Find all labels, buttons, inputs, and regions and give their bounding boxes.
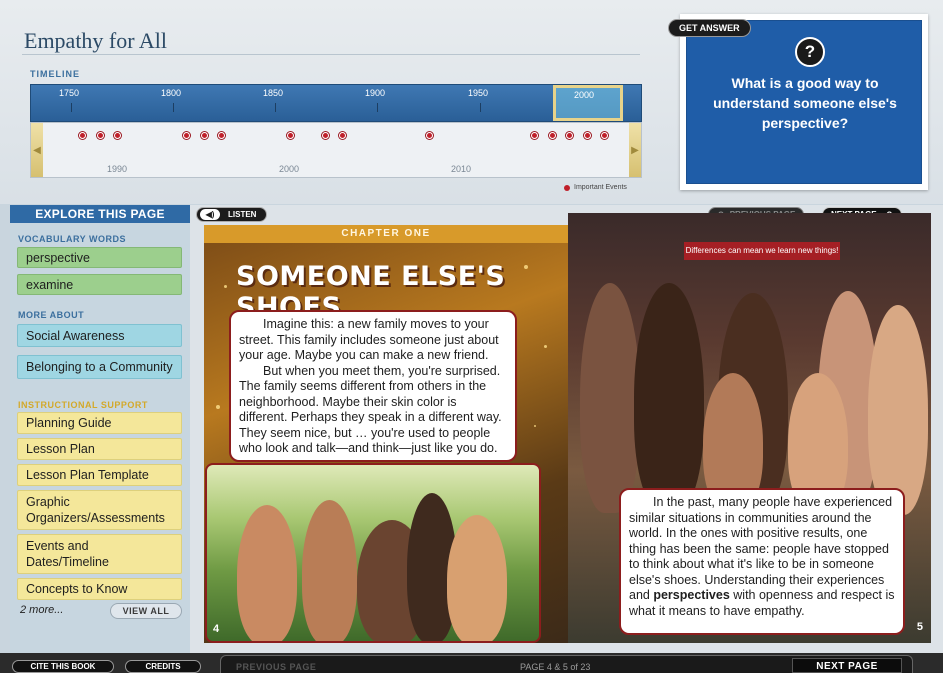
credits-button[interactable]: CREDITS <box>125 660 201 673</box>
page-count: PAGE 4 & 5 of 23 <box>520 662 591 672</box>
timeline-detail[interactable]: ◀ ▶ 1990 2000 2010 <box>30 122 642 178</box>
timeline-right-handle[interactable]: ▶ <box>629 123 641 177</box>
vocab-examine[interactable]: examine <box>17 274 182 295</box>
chevron-right-icon: ▶ <box>631 144 639 156</box>
vocab-perspective[interactable]: perspective <box>17 247 182 268</box>
answer-card-frame: ? What is a good way to understand someo… <box>680 14 928 190</box>
more-link[interactable]: 2 more... <box>20 604 63 616</box>
event-dot[interactable] <box>79 132 86 139</box>
chevron-left-icon: ◀ <box>33 144 41 156</box>
person <box>634 283 704 513</box>
timeline-overview[interactable]: 1750 1800 1850 1900 1950 <box>30 84 642 122</box>
chapter-heading: CHAPTER ONE <box>204 225 568 243</box>
event-dot[interactable] <box>601 132 608 139</box>
paragraph-text: In the past, many people have experience… <box>629 495 893 602</box>
paragraph: In the past, many people have experience… <box>629 495 895 619</box>
paragraph: Imagine this: a new family moves to your… <box>239 317 499 362</box>
legend-label: Important Events <box>574 184 627 191</box>
left-text-box: Imagine this: a new family moves to your… <box>229 310 517 462</box>
support-graphic-organizers[interactable]: Graphic Organizers/Assessments <box>17 490 182 530</box>
question-icon: ? <box>795 37 825 67</box>
event-dot[interactable] <box>218 132 225 139</box>
vocab-section-label: VOCABULARY WORDS <box>18 234 127 244</box>
event-dot[interactable] <box>114 132 121 139</box>
support-planning-guide[interactable]: Planning Guide <box>17 412 182 434</box>
timeline-tick <box>71 103 72 112</box>
question-text: What is a good way to understand someone… <box>713 75 897 131</box>
support-concepts-to-know[interactable]: Concepts to Know <box>17 578 182 600</box>
more-about-social-awareness[interactable]: Social Awareness <box>17 324 182 347</box>
right-text-box: In the past, many people have experience… <box>619 488 905 635</box>
event-dot[interactable] <box>531 132 538 139</box>
more-about-label: MORE ABOUT <box>18 310 85 320</box>
event-dot[interactable] <box>549 132 556 139</box>
listen-button[interactable]: ◀) LISTEN <box>196 207 268 222</box>
sparkle <box>544 345 547 348</box>
timeline-label: TIMELINE <box>30 69 80 79</box>
next-page-button-bottom[interactable]: NEXT PAGE <box>792 658 902 673</box>
teens-selfie-photo: 4 <box>205 463 541 643</box>
timeline-year: 1800 <box>161 88 182 98</box>
support-lesson-plan[interactable]: Lesson Plan <box>17 438 182 460</box>
timeline-year: 1850 <box>263 88 284 98</box>
listen-label: LISTEN <box>228 210 257 219</box>
event-dot[interactable] <box>287 132 294 139</box>
more-about-belonging[interactable]: Belonging to a Community <box>17 355 182 379</box>
timeline-window-year: 2000 <box>574 90 595 100</box>
sparkle <box>534 425 536 427</box>
timeline-left-handle[interactable]: ◀ <box>31 123 43 177</box>
event-legend-dot <box>564 184 570 191</box>
timeline-tick <box>377 103 378 112</box>
timeline-tick <box>480 103 481 112</box>
sparkle <box>224 285 227 288</box>
timeline-year: 1950 <box>468 88 489 98</box>
photo-caption: Differences can mean we learn new things… <box>684 242 840 260</box>
event-dot[interactable] <box>566 132 573 139</box>
timeline-window[interactable]: 2000 <box>553 85 623 121</box>
instructional-label: INSTRUCTIONAL SUPPORT <box>18 400 148 410</box>
previous-page-button-bottom[interactable]: PREVIOUS PAGE <box>236 662 316 672</box>
person <box>580 283 640 513</box>
vocab-highlight[interactable]: perspectives <box>653 588 729 602</box>
page-title: Empathy for All <box>24 28 167 53</box>
support-events-timeline[interactable]: Events and Dates/Timeline <box>17 534 182 574</box>
cite-this-book-button[interactable]: CITE THIS BOOK <box>12 660 114 673</box>
timeline-decade: 1990 <box>107 164 128 174</box>
sparkle <box>216 405 220 409</box>
timeline-tick <box>173 103 174 112</box>
speaker-icon: ◀) <box>200 209 220 220</box>
paragraph: But when you meet them, you're surprised… <box>239 363 502 456</box>
title-divider <box>22 54 640 55</box>
event-dot[interactable] <box>183 132 190 139</box>
timeline-decade: 2000 <box>279 164 300 174</box>
timeline-tick <box>275 103 276 112</box>
get-answer-button[interactable]: GET ANSWER <box>668 19 751 37</box>
event-dot[interactable] <box>584 132 591 139</box>
explore-panel-title: EXPLORE THIS PAGE <box>10 205 190 223</box>
question-card[interactable]: ? What is a good way to understand someo… <box>686 20 922 184</box>
view-all-button[interactable]: VIEW ALL <box>110 603 182 619</box>
timeline-decade: 2010 <box>451 164 472 174</box>
event-dot[interactable] <box>322 132 329 139</box>
page-number-right: 5 <box>916 621 923 633</box>
event-dot[interactable] <box>97 132 104 139</box>
timeline-legend: Important Events <box>564 184 627 191</box>
person <box>868 305 928 515</box>
person <box>447 515 507 641</box>
event-dot[interactable] <box>201 132 208 139</box>
timeline-year: 1900 <box>365 88 386 98</box>
support-lesson-plan-template[interactable]: Lesson Plan Template <box>17 464 182 486</box>
event-dot[interactable] <box>339 132 346 139</box>
timeline-year: 1750 <box>59 88 80 98</box>
person <box>237 505 297 641</box>
page-number-left: 4 <box>213 623 220 635</box>
event-dot[interactable] <box>426 132 433 139</box>
person <box>302 500 357 641</box>
